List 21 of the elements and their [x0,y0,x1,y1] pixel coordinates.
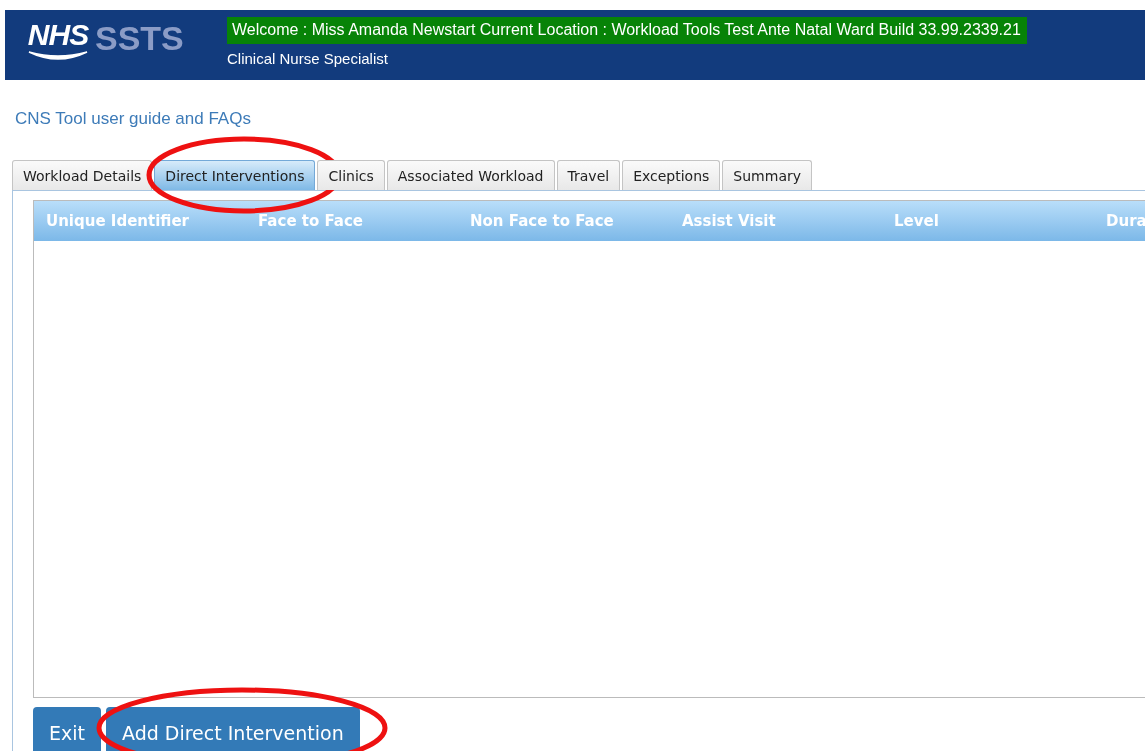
column-header: Unique Identifier [46,212,190,230]
column-header: Level [894,212,940,230]
column-header: Face to Face [258,212,365,230]
tab[interactable]: Travel [556,160,621,190]
column-header: Non Face to Face [470,212,615,230]
tab[interactable]: Summary [722,160,812,190]
action-button[interactable]: Exit [33,707,101,751]
column-header: Assist Visit [682,212,777,230]
guide-link[interactable]: CNS Tool user guide and FAQs [15,109,251,129]
swoosh-icon [27,50,89,62]
tab[interactable]: Clinics [317,160,385,190]
welcome-banner: Welcome : Miss Amanda Newstart Current Location : Workload Tools Test Ante Natal Ward Build 33.99.2339.21 [227,17,1027,44]
action-button[interactable]: Add Direct Intervention [106,707,360,751]
user-role: Clinical Nurse Specialist [227,49,389,67]
nhs-logo: NHS [27,20,89,50]
app-name: SSTS [95,20,184,56]
column-header: Dura [1106,212,1145,230]
tab[interactable]: Workload Details [12,160,153,190]
tab[interactable]: Exceptions [622,160,721,190]
tab[interactable]: Direct Interventions [154,160,316,190]
tab[interactable]: Associated Workload [386,160,555,190]
